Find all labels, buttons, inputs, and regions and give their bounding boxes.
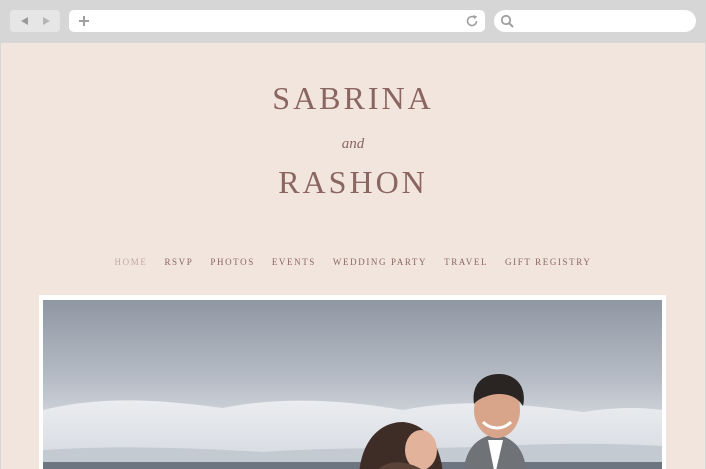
nav-events[interactable]: EVENTS	[272, 257, 316, 267]
hero-photo-frame	[39, 295, 666, 469]
conjunction: and	[341, 136, 365, 152]
address-bar[interactable]	[69, 10, 485, 32]
triangle-left-icon	[20, 17, 28, 25]
reload-icon	[466, 15, 478, 27]
nav-travel[interactable]: TRAVEL	[444, 257, 488, 267]
history-buttons	[10, 10, 60, 32]
browser-chrome	[0, 0, 706, 43]
search-bar[interactable]	[494, 10, 696, 32]
couple-names: SABRINA and RASHON	[1, 80, 705, 200]
forward-button[interactable]	[38, 13, 54, 29]
second-name: RASHON	[278, 164, 428, 200]
back-button[interactable]	[17, 13, 33, 29]
site-nav: HOME RSVP PHOTOS EVENTS WEDDING PARTY TR…	[1, 257, 705, 267]
first-name: SABRINA	[272, 80, 434, 116]
reload-button[interactable]	[465, 13, 479, 29]
triangle-right-icon	[42, 17, 50, 25]
nav-wedding-party[interactable]: WEDDING PARTY	[333, 257, 427, 267]
magnifier-icon	[500, 14, 514, 28]
nav-home[interactable]: HOME	[115, 257, 148, 267]
hero-photo	[43, 300, 662, 469]
nav-rsvp[interactable]: RSVP	[164, 257, 193, 267]
nav-photos[interactable]: PHOTOS	[210, 257, 254, 267]
new-tab-button[interactable]	[77, 13, 91, 29]
plus-icon	[79, 16, 89, 26]
nav-gift-registry[interactable]: GIFT REGISTRY	[505, 257, 591, 267]
search-button[interactable]	[499, 13, 515, 29]
wedding-website: SABRINA and RASHON HOME RSVP PHOTOS EVEN…	[1, 43, 705, 469]
